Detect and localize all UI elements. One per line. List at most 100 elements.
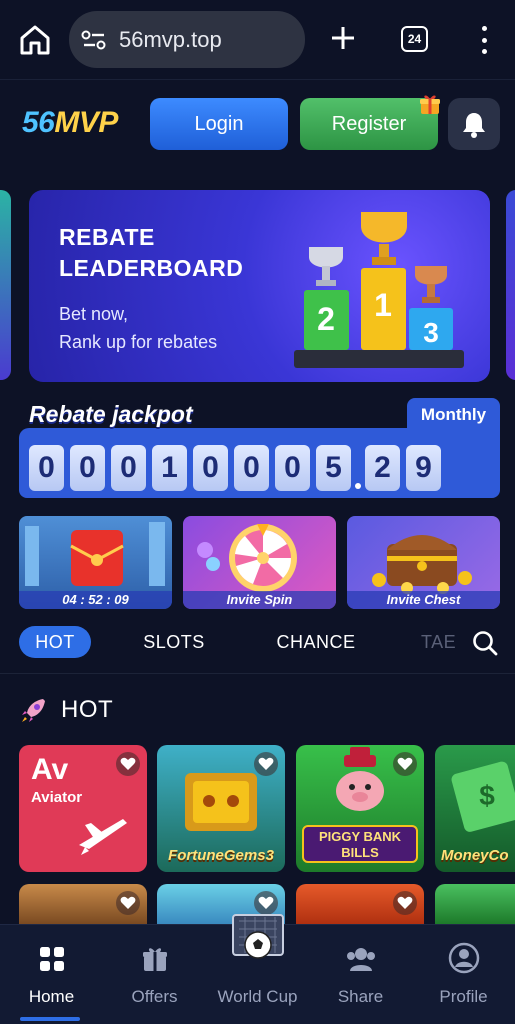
nav-share[interactable]: Share bbox=[309, 925, 412, 1024]
nav-profile-label: Profile bbox=[439, 987, 488, 1006]
banner-sub-line1: Bet now, bbox=[59, 304, 129, 324]
nav-world-cup-label: World Cup bbox=[217, 987, 298, 1006]
tab-slots[interactable]: SLOTS bbox=[133, 626, 215, 658]
nav-home[interactable]: Home bbox=[0, 925, 103, 1024]
jackpot-digit: 0 bbox=[29, 445, 64, 491]
countdown-timer: 04 : 52 : 09 bbox=[19, 591, 172, 609]
banner-carousel[interactable]: REBATE LEADERBOARD Bet now, Rank up for … bbox=[0, 188, 515, 384]
favorite-heart-icon[interactable] bbox=[393, 752, 417, 776]
game-card-piggy-bank[interactable]: PIGGY BANK BILLS bbox=[296, 745, 424, 872]
logo-part1: 56 bbox=[22, 106, 55, 139]
bottom-navigation: Home Offers World Cup Share Profile bbox=[0, 914, 515, 1024]
more-options-icon[interactable] bbox=[474, 26, 494, 54]
jackpot-digit: 0 bbox=[70, 445, 105, 491]
jackpot-digit: 0 bbox=[234, 445, 269, 491]
banner-title-line2: LEADERBOARD bbox=[59, 255, 244, 281]
promo-tiles: 04 : 52 : 09 Invite Spin Invite Chest bbox=[19, 516, 500, 609]
address-bar[interactable]: 56mvp.top bbox=[69, 11, 305, 68]
invite-chest-label: Invite Chest bbox=[347, 591, 500, 609]
game-card-fortune-gems[interactable]: FortuneGems3 bbox=[157, 745, 285, 872]
section-divider bbox=[0, 673, 515, 674]
favorite-heart-icon[interactable] bbox=[116, 891, 140, 915]
tab-hot[interactable]: HOT bbox=[19, 626, 91, 658]
favorite-heart-icon[interactable] bbox=[254, 891, 278, 915]
profile-icon bbox=[448, 942, 479, 974]
jackpot-period-tab[interactable]: Monthly bbox=[407, 398, 500, 432]
invite-spin-label: Invite Spin bbox=[183, 591, 336, 609]
active-indicator bbox=[20, 1017, 80, 1021]
gift-box-icon bbox=[142, 948, 167, 971]
jackpot-title: Rebate jackpot bbox=[29, 401, 193, 427]
podium-rank-1: 1 bbox=[374, 287, 392, 323]
podium-rank-2: 2 bbox=[317, 301, 335, 337]
home-grid-icon bbox=[39, 947, 64, 971]
url-text: 56mvp.top bbox=[119, 26, 222, 52]
banner-title: REBATE LEADERBOARD bbox=[59, 222, 243, 284]
svg-text:$: $ bbox=[479, 780, 495, 811]
hot-section-header: HOT bbox=[19, 692, 113, 728]
new-tab-icon[interactable] bbox=[327, 22, 359, 54]
jackpot-digit: 2 bbox=[365, 445, 400, 491]
users-icon bbox=[346, 948, 375, 971]
rocket-icon bbox=[22, 699, 45, 722]
fortune-gems-title: FortuneGems3 bbox=[168, 847, 274, 864]
banner-title-line1: REBATE bbox=[59, 224, 155, 250]
jackpot-digit: 0 bbox=[275, 445, 310, 491]
jackpot-decimal-point bbox=[355, 483, 361, 489]
piggy-bank-title: PIGGY BANK BILLS bbox=[302, 825, 418, 863]
game-card[interactable] bbox=[19, 884, 147, 924]
jackpot-counter-box: 0 0 0 1 0 0 0 5 2 9 bbox=[19, 428, 500, 498]
banner-next-peek[interactable] bbox=[506, 190, 515, 380]
nav-world-cup[interactable]: World Cup bbox=[206, 914, 309, 1024]
search-icon[interactable] bbox=[471, 629, 499, 657]
site-settings-icon[interactable] bbox=[81, 30, 107, 50]
trophy-podium-icon: 2 1 3 bbox=[294, 212, 464, 368]
game-card[interactable] bbox=[296, 884, 424, 924]
tab-chance[interactable]: CHANCE bbox=[265, 626, 367, 658]
nav-profile[interactable]: Profile bbox=[412, 925, 515, 1024]
rebate-leaderboard-banner[interactable]: REBATE LEADERBOARD Bet now, Rank up for … bbox=[29, 190, 490, 382]
nav-offers-label: Offers bbox=[131, 987, 178, 1006]
notification-bell-icon[interactable] bbox=[448, 98, 500, 150]
game-card-aviator[interactable]: Av Aviator bbox=[19, 745, 147, 872]
money-coming-title: MoneyCo bbox=[441, 847, 509, 864]
gift-icon bbox=[418, 92, 442, 116]
page: 56mvp.top 24 56MVP Login Register REBATE… bbox=[0, 0, 515, 1024]
banner-sub-line2: Rank up for rebates bbox=[59, 332, 218, 352]
favorite-heart-icon[interactable] bbox=[393, 891, 417, 915]
promo-red-envelope[interactable]: 04 : 52 : 09 bbox=[19, 516, 172, 609]
favorite-heart-icon[interactable] bbox=[254, 752, 278, 776]
nav-offers[interactable]: Offers bbox=[103, 925, 206, 1024]
banner-prev-peek[interactable] bbox=[0, 190, 11, 380]
nav-share-label: Share bbox=[337, 987, 384, 1006]
login-button[interactable]: Login bbox=[150, 98, 288, 150]
jackpot-digit: 0 bbox=[193, 445, 228, 491]
favorite-heart-icon[interactable] bbox=[116, 752, 140, 776]
promo-invite-spin[interactable]: Invite Spin bbox=[183, 516, 336, 609]
rebate-jackpot[interactable]: 0 0 0 1 0 0 0 5 2 9 Rebate jackpot Month… bbox=[19, 398, 500, 498]
podium-rank-3: 3 bbox=[423, 317, 439, 348]
category-tabs: HOT SLOTS CHANCE TAE bbox=[0, 622, 515, 662]
jackpot-digit: 1 bbox=[152, 445, 187, 491]
soccer-goal-icon bbox=[232, 914, 284, 959]
promo-invite-chest[interactable]: Invite Chest bbox=[347, 516, 500, 609]
jackpot-digit: 9 bbox=[406, 445, 441, 491]
jackpot-digits: 0 0 0 1 0 0 0 5 2 9 bbox=[29, 445, 441, 491]
banner-subtitle: Bet now, Rank up for rebates bbox=[59, 300, 217, 356]
logo-part2: MVP bbox=[54, 106, 118, 139]
browser-home-icon[interactable] bbox=[18, 24, 52, 56]
site-logo[interactable]: 56MVP bbox=[22, 106, 118, 140]
jackpot-digit: 5 bbox=[316, 445, 351, 491]
tab-switcher-button[interactable]: 24 bbox=[401, 26, 428, 52]
piggy-bank-title-line2: BILLS bbox=[341, 845, 379, 860]
tab-table[interactable]: TAE bbox=[421, 626, 469, 658]
tab-count: 24 bbox=[407, 32, 422, 46]
browser-toolbar: 56mvp.top 24 bbox=[0, 0, 515, 80]
hot-section-title: HOT bbox=[61, 696, 114, 723]
piggy-bank-title-line1: PIGGY BANK bbox=[318, 829, 402, 844]
nav-home-label: Home bbox=[28, 987, 75, 1006]
site-header: 56MVP Login Register bbox=[0, 80, 515, 170]
game-card[interactable] bbox=[435, 884, 515, 924]
game-card-money-coming[interactable]: $ MoneyCo bbox=[435, 745, 515, 872]
jackpot-digit: 0 bbox=[111, 445, 146, 491]
